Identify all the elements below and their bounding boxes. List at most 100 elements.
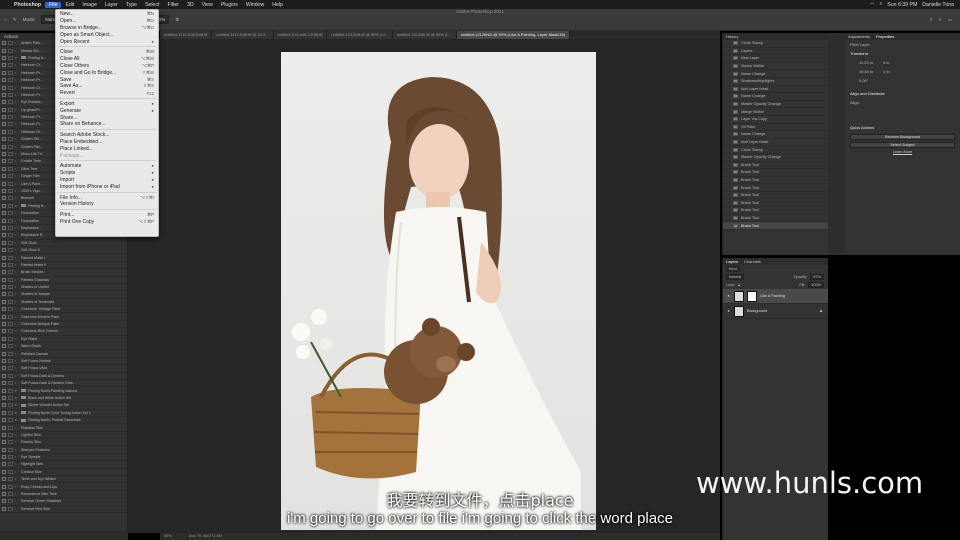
- action-row[interactable]: › Lighten Skin: [0, 432, 127, 440]
- checkbox-icon[interactable]: [2, 137, 6, 142]
- file-menu-item[interactable]: Save As... ⇧⌘S: [56, 83, 158, 90]
- dialog-toggle-icon[interactable]: [8, 432, 13, 437]
- checkbox-icon[interactable]: [2, 477, 6, 482]
- file-menu-item[interactable]: Close ⌘W: [56, 49, 158, 56]
- history-state[interactable]: Clone Stamp: [723, 146, 828, 154]
- action-row[interactable]: › Eye Sparkle: [0, 454, 127, 462]
- search-icon[interactable]: ⌕: [879, 1, 882, 8]
- checkbox-icon[interactable]: [2, 358, 6, 363]
- history-state[interactable]: Brush Tool: [723, 177, 828, 185]
- checkbox-icon[interactable]: [2, 285, 6, 290]
- file-menu-item[interactable]: Open Recent ▸: [56, 38, 158, 45]
- checkbox-icon[interactable]: [2, 41, 6, 46]
- file-menu-item[interactable]: Generate ▸: [56, 107, 158, 114]
- checkbox-icon[interactable]: [2, 455, 6, 460]
- gear-icon[interactable]: ⚙: [175, 17, 179, 23]
- dialog-toggle-icon[interactable]: [8, 418, 13, 423]
- checkbox-icon[interactable]: [2, 336, 6, 341]
- quick-actions-title[interactable]: Quick Actions: [845, 123, 960, 132]
- document-tab[interactable]: untitled-123-Edit.tif @ 50% (Li...: [327, 31, 393, 39]
- file-menu-item[interactable]: Open as Smart Object...: [56, 31, 158, 38]
- checkbox-icon[interactable]: [2, 181, 6, 186]
- file-menu-item[interactable]: Browse in Bridge... ⌥⌘O: [56, 25, 158, 32]
- learn-more-link[interactable]: Learn More: [845, 150, 960, 154]
- checkbox-icon[interactable]: [2, 203, 6, 208]
- document-tab[interactable]: untitled-1112-Edit-Edit.tif: [160, 31, 213, 39]
- dialog-toggle-icon[interactable]: [8, 292, 13, 297]
- history-state[interactable]: Brush Tool: [723, 207, 828, 215]
- checkbox-icon[interactable]: [2, 403, 6, 408]
- layer-thumbnail[interactable]: [734, 290, 744, 302]
- checkbox-icon[interactable]: [2, 55, 6, 60]
- history-state[interactable]: Brush Tool: [723, 162, 828, 170]
- dialog-toggle-icon[interactable]: [8, 403, 13, 408]
- dialog-toggle-icon[interactable]: [8, 307, 13, 312]
- file-menu-item[interactable]: Search Adobe Stock...: [56, 132, 158, 139]
- history-state[interactable]: Shadows/Highlights: [723, 78, 828, 86]
- checkbox-icon[interactable]: [2, 299, 6, 304]
- action-row[interactable]: › Painted Shadows: [0, 277, 127, 284]
- checkbox-icon[interactable]: [2, 248, 6, 253]
- tab-properties[interactable]: Properties: [876, 33, 894, 40]
- history-state[interactable]: New Layer: [723, 55, 828, 63]
- menu-type[interactable]: Type: [122, 2, 141, 8]
- angle-field[interactable]: 0.00°: [845, 76, 960, 85]
- checkbox-icon[interactable]: [2, 78, 6, 83]
- wifi-icon[interactable]: ◠: [870, 2, 875, 8]
- dialog-toggle-icon[interactable]: [8, 189, 13, 193]
- dialog-toggle-icon[interactable]: [8, 129, 13, 134]
- layer-name[interactable]: Like A Painting: [760, 294, 785, 298]
- checkbox-icon[interactable]: [2, 48, 6, 53]
- dialog-toggle-icon[interactable]: [8, 322, 13, 327]
- history-state[interactable]: Add Layer Mask: [723, 86, 828, 94]
- dialog-toggle-icon[interactable]: [8, 211, 13, 216]
- dialog-toggle-icon[interactable]: [8, 351, 13, 356]
- dialog-toggle-icon[interactable]: [8, 455, 13, 460]
- dialog-toggle-icon[interactable]: [8, 358, 13, 363]
- doc-size[interactable]: Doc: 97.4M/272.8M: [189, 534, 222, 538]
- height-field[interactable]: 16.84 in: [859, 69, 873, 74]
- workspace-icon[interactable]: ▭: [948, 17, 952, 23]
- file-menu-item[interactable]: Save ⌘S: [56, 76, 158, 83]
- dialog-toggle-icon[interactable]: [8, 410, 13, 415]
- dialog-toggle-icon[interactable]: [8, 166, 13, 171]
- dialog-toggle-icon[interactable]: [8, 159, 13, 164]
- visibility-eye-icon[interactable]: ●: [726, 309, 731, 313]
- dialog-toggle-icon[interactable]: [8, 440, 13, 445]
- layer-name[interactable]: Background: [747, 309, 767, 313]
- checkbox-icon[interactable]: [2, 366, 6, 371]
- dialog-toggle-icon[interactable]: [8, 115, 13, 120]
- checkbox-icon[interactable]: [2, 85, 6, 90]
- menu-filter[interactable]: Filter: [163, 2, 183, 8]
- action-row[interactable]: › Soft Glow II: [0, 247, 127, 255]
- lock-icon[interactable]: 🔒︎: [738, 283, 740, 287]
- align-section-title[interactable]: Align and Distribute: [845, 89, 960, 98]
- dialog-toggle-icon[interactable]: [8, 366, 13, 371]
- file-menu-item[interactable]: Close All ⌥⌘W: [56, 56, 158, 63]
- history-state[interactable]: Clone Stamp: [723, 40, 828, 48]
- dialog-toggle-icon[interactable]: [8, 144, 13, 149]
- checkbox-icon[interactable]: [2, 447, 6, 452]
- history-state[interactable]: Brush Tool: [723, 222, 828, 230]
- menu-layer[interactable]: Layer: [101, 2, 122, 8]
- action-row[interactable]: › Colortone-Modern Paint: [0, 313, 127, 321]
- checkbox-icon[interactable]: [2, 233, 6, 238]
- checkbox-icon[interactable]: [2, 63, 6, 68]
- file-menu-item[interactable]: Close Others ⌥⌘P: [56, 63, 158, 70]
- action-row[interactable]: › Brush Strokes: [0, 269, 127, 277]
- y-field[interactable]: 0 in: [883, 69, 889, 74]
- history-state[interactable]: Brush Tool: [723, 192, 828, 200]
- checkbox-icon[interactable]: [2, 107, 6, 112]
- dialog-toggle-icon[interactable]: [8, 277, 13, 282]
- menu-select[interactable]: Select: [141, 2, 163, 8]
- checkbox-icon[interactable]: [2, 270, 6, 275]
- dialog-toggle-icon[interactable]: [8, 70, 13, 75]
- remove-background-button[interactable]: Remove Background: [850, 134, 955, 140]
- history-state[interactable]: Master Opacity Change: [723, 154, 828, 162]
- history-state[interactable]: Master Opacity Change: [723, 101, 828, 109]
- file-menu-item[interactable]: File Info... ⌥⇧⌘I: [56, 194, 158, 201]
- checkbox-icon[interactable]: [2, 307, 6, 312]
- checkbox-icon[interactable]: [2, 314, 6, 319]
- dialog-toggle-icon[interactable]: [8, 152, 13, 157]
- action-row[interactable]: ▾ Finding North Painterly Actions: [0, 387, 127, 395]
